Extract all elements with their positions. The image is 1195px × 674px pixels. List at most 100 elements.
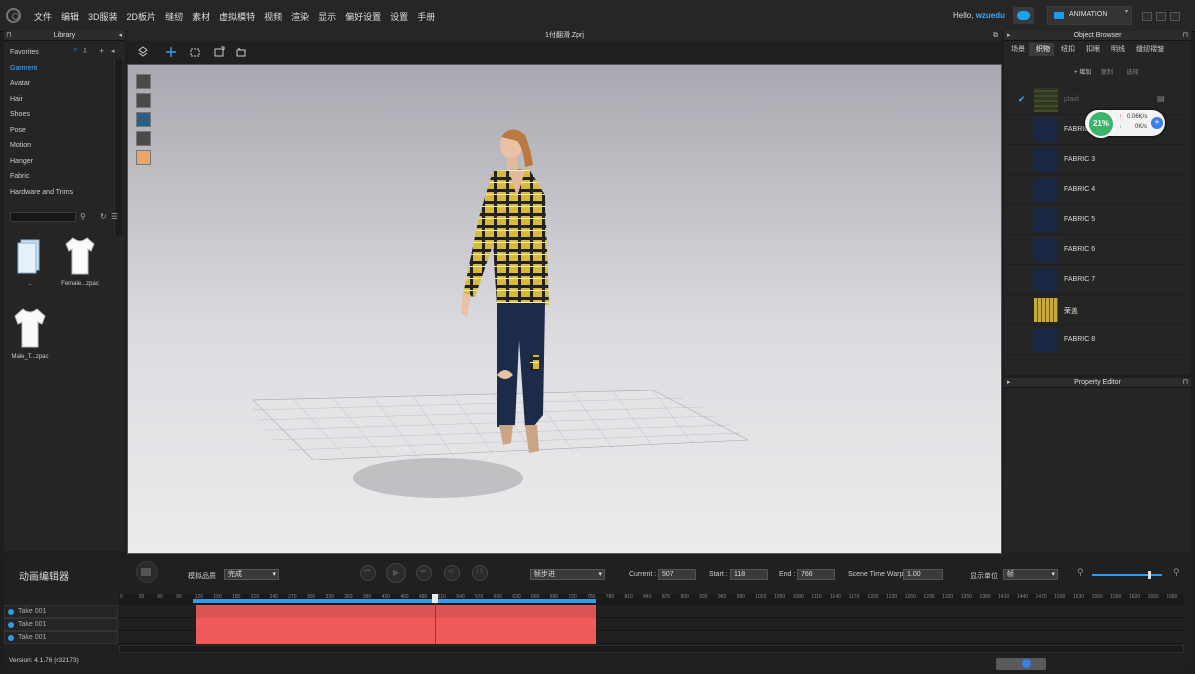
menu-2d-pattern[interactable]: 2D板片: [127, 10, 157, 23]
keyframe-block[interactable]: [196, 605, 596, 618]
fabric-row[interactable]: FABRIC 3: [1004, 145, 1186, 175]
library-thumb-folder[interactable]: ..: [7, 236, 53, 287]
playback-range-bar[interactable]: [193, 599, 596, 603]
select-fabric-button[interactable]: 选择: [1127, 70, 1139, 76]
mode-dropdown-icon[interactable]: ▾: [1125, 8, 1128, 15]
track-visibility-icon[interactable]: [8, 622, 14, 628]
library-item-favorites[interactable]: Favorites: [4, 45, 112, 61]
keyframe-block[interactable]: [196, 618, 596, 644]
avatar-model[interactable]: [453, 125, 578, 500]
library-item-pose[interactable]: Pose: [4, 123, 112, 139]
step-mode-select[interactable]: 帧步进 ▾: [530, 569, 605, 580]
display-unit-select[interactable]: 帧 ▾: [1003, 569, 1058, 580]
menu-preferences[interactable]: 偏好设置: [345, 10, 381, 23]
add-fabric-button[interactable]: + 增加: [1074, 70, 1091, 76]
track-name[interactable]: Take 001: [4, 631, 118, 644]
collapse-icon[interactable]: ▸: [1007, 378, 1011, 388]
username[interactable]: wzuedu: [976, 11, 1005, 20]
current-frame-input[interactable]: 507: [658, 569, 696, 580]
minimize-button[interactable]: [1142, 12, 1152, 21]
maximize-button[interactable]: [1156, 12, 1166, 21]
menu-avatar[interactable]: 虚拟模特: [219, 10, 255, 23]
library-item-shoes[interactable]: Shoes: [4, 107, 112, 123]
library-scrollbar[interactable]: [114, 59, 122, 235]
add-icon[interactable]: +: [1151, 117, 1163, 129]
zoom-in-icon[interactable]: ⚲: [1173, 567, 1180, 578]
mode-switch-button[interactable]: ANIMATION: [1047, 6, 1132, 25]
sim-quality-select[interactable]: 完成 ▾: [224, 569, 279, 580]
library-item-fabric[interactable]: Fabric: [4, 169, 112, 185]
library-item-avatar[interactable]: Avatar: [4, 76, 112, 92]
menu-manual[interactable]: 手册: [417, 10, 435, 23]
texture-display-icon[interactable]: [136, 131, 151, 146]
menu-3d-garment[interactable]: 3D服装: [88, 10, 118, 23]
menu-render[interactable]: 渲染: [291, 10, 309, 23]
cloud-sync-button[interactable]: [1013, 7, 1034, 24]
tab-puckering[interactable]: 缝纫褶皱: [1129, 43, 1168, 56]
play-button[interactable]: ▶: [386, 563, 406, 583]
move-tool-icon[interactable]: [165, 46, 177, 58]
taskbar-widget[interactable]: [996, 658, 1046, 670]
track-name[interactable]: Take 001: [4, 605, 118, 618]
tab-scene[interactable]: 场景: [1004, 43, 1029, 56]
menu-materials[interactable]: 素材: [192, 10, 210, 23]
float-window-icon[interactable]: ⧉: [993, 31, 998, 41]
skin-display-icon[interactable]: [136, 150, 151, 165]
menu-file[interactable]: 文件: [34, 10, 52, 23]
close-button[interactable]: [1170, 12, 1180, 21]
copy-fabric-button[interactable]: 复制: [1101, 70, 1113, 76]
zoom-slider-handle[interactable]: [1148, 571, 1151, 579]
track-visibility-icon[interactable]: [8, 609, 14, 615]
menu-display[interactable]: 显示: [318, 10, 336, 23]
avatar-layers-icon[interactable]: [137, 46, 149, 58]
collapse-icon[interactable]: ◂: [118, 31, 122, 41]
network-speed-widget[interactable]: 21% ↑ 0.06K/s ↓ 0K/s +: [1085, 110, 1165, 138]
refresh-icon[interactable]: ↻: [100, 212, 107, 221]
avatar-display-icon[interactable]: [136, 74, 151, 89]
end-frame-input[interactable]: 766: [797, 569, 835, 580]
zoom-out-icon[interactable]: ⚲: [1077, 567, 1084, 578]
start-frame-input[interactable]: 118: [730, 569, 768, 580]
library-item-hair[interactable]: Hair: [4, 92, 112, 108]
library-thumb-male-tshirt[interactable]: Male_T...zpac: [7, 307, 53, 360]
timeline-scrollbar[interactable]: [119, 645, 1184, 653]
pin-icon[interactable]: ⊓: [1183, 378, 1188, 388]
track-name[interactable]: Take 001: [4, 618, 118, 631]
delete-icon[interactable]: ▤: [1157, 94, 1165, 103]
library-item-motion[interactable]: Motion: [4, 138, 112, 154]
fabric-row[interactable]: FABRIC 4: [1004, 175, 1186, 205]
transform-tool-icon[interactable]: [213, 46, 225, 58]
fabric-row[interactable]: FABRIC 5: [1004, 205, 1186, 235]
avatar-skeleton-icon[interactable]: [136, 93, 151, 108]
speed-button[interactable]: 1X: [472, 565, 488, 581]
library-search-input[interactable]: [10, 212, 76, 222]
fold-tool-icon[interactable]: [235, 46, 247, 58]
fabric-row[interactable]: 荣盖: [1004, 295, 1186, 325]
tab-topstitch[interactable]: 明线: [1104, 43, 1129, 56]
library-item-hanger[interactable]: Hanger: [4, 154, 112, 170]
go-start-button[interactable]: ⏮: [360, 565, 376, 581]
garment-display-icon[interactable]: [136, 112, 151, 127]
select-tool-icon[interactable]: [189, 46, 201, 58]
list-view-icon[interactable]: ☰: [111, 212, 118, 221]
track-visibility-icon[interactable]: [8, 635, 14, 641]
library-item-hardware[interactable]: Hardware and Trims: [4, 185, 112, 201]
menu-settings[interactable]: 设置: [390, 10, 408, 23]
tab-fabric[interactable]: 织物: [1029, 43, 1054, 56]
zoom-slider[interactable]: [1092, 571, 1162, 579]
tab-buttonhole[interactable]: 扣眼: [1079, 43, 1104, 56]
collapse-icon[interactable]: ▸: [1007, 31, 1011, 41]
pin-icon[interactable]: ⊓: [1183, 31, 1188, 41]
record-camera-button[interactable]: [136, 561, 158, 583]
time-warp-input[interactable]: 1.00: [903, 569, 943, 580]
menu-sewing[interactable]: 缝纫: [165, 10, 183, 23]
playhead-handle[interactable]: [432, 594, 438, 603]
3d-viewport[interactable]: [127, 64, 1002, 554]
loop-button[interactable]: ⟲: [444, 565, 460, 581]
library-item-garment[interactable]: Garment: [4, 61, 112, 77]
fabric-row[interactable]: FABRIC 8: [1004, 325, 1186, 355]
library-thumb-female-tshirt[interactable]: Female...zpac: [57, 236, 103, 287]
help-icon[interactable]: [1022, 659, 1031, 668]
pin-icon[interactable]: ⊓: [6, 31, 11, 41]
fabric-row[interactable]: FABRIC 7: [1004, 265, 1186, 295]
